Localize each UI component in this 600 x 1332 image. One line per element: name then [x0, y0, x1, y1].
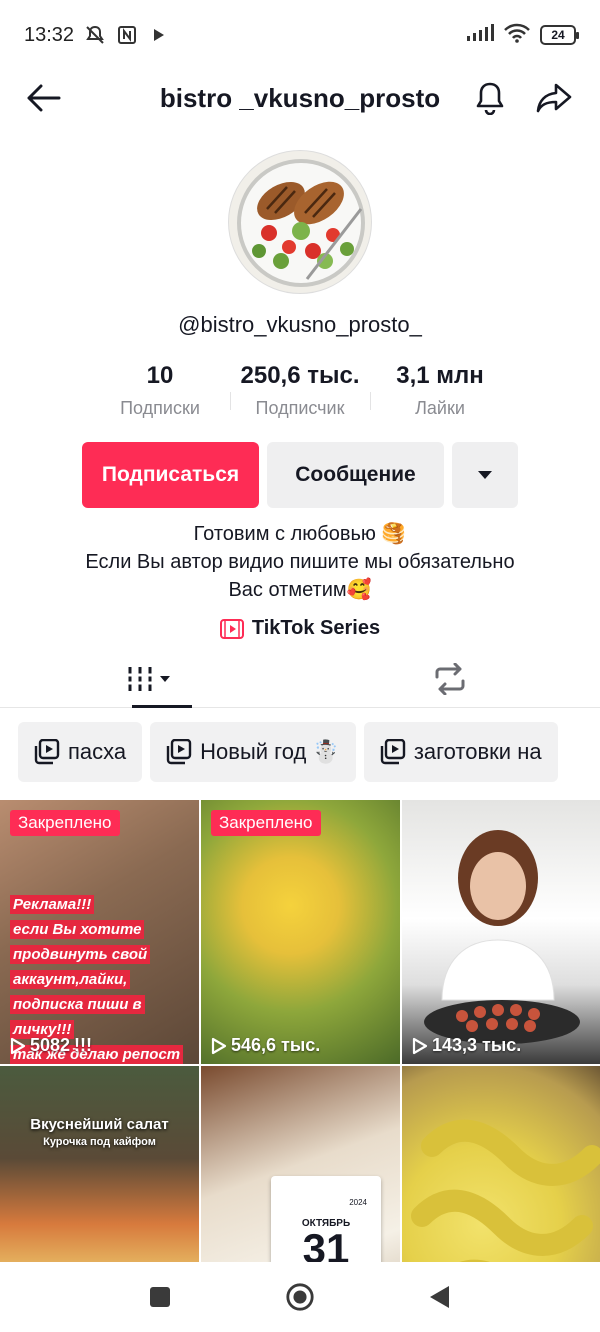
- status-time: 13:32: [24, 23, 75, 46]
- person-illustration: [424, 830, 580, 1044]
- overlay-line: Реклама!!!: [10, 895, 95, 914]
- profile-tabs: [0, 650, 600, 708]
- more-options-button[interactable]: [452, 442, 518, 508]
- nfc-icon: [116, 24, 138, 46]
- overlay-line: подписка пиши в личку!!!: [10, 995, 145, 1039]
- play-outline-icon: [10, 1037, 26, 1054]
- playlist-chip[interactable]: заготовки на: [363, 722, 558, 782]
- profile-bio: Готовим с любовью 🥞 Если Вы автор видио …: [0, 520, 600, 604]
- video-overlay-title: Вкуснейший салат: [30, 1116, 169, 1133]
- stat-following[interactable]: 10 Подписки: [90, 362, 230, 419]
- overlay-line: аккаунт,лайки,: [10, 970, 131, 989]
- back-nav-button[interactable]: [425, 1282, 455, 1312]
- play-store-icon: [148, 24, 170, 46]
- view-count-value: 546,6 тыс.: [231, 1035, 321, 1055]
- playlist-chips: пасха Новый год ☃️ заготовки на: [18, 722, 558, 782]
- tiktok-series-link[interactable]: TikTok Series: [0, 617, 600, 640]
- stat-following-value: 10: [146, 362, 174, 389]
- caret-down-icon: [478, 471, 492, 479]
- tab-reposts[interactable]: [300, 650, 600, 707]
- overlay-line: !!!: [74, 1035, 93, 1055]
- signal-icon: [466, 23, 494, 47]
- square-icon: [150, 1287, 170, 1307]
- bio-line: Готовим с любовью 🥞: [193, 523, 407, 545]
- film-icon: [219, 618, 244, 639]
- video-thumbnail[interactable]: Закреплено Реклама!!! если Вы хотите про…: [0, 800, 199, 1064]
- overlay-line: продвинуть свой: [10, 945, 151, 964]
- series-label: TikTok Series: [251, 617, 381, 639]
- view-count: 5082 !!!: [10, 1035, 92, 1056]
- circle-home-icon: [286, 1283, 314, 1311]
- share-button[interactable]: [534, 78, 574, 118]
- follow-button[interactable]: Подписаться: [82, 442, 259, 508]
- play-outline-icon: [412, 1037, 428, 1054]
- playlist-icon: [34, 739, 60, 765]
- mute-icon: [84, 24, 106, 46]
- video-thumbnail[interactable]: Закреплено 546,6 тыс.: [201, 800, 400, 1064]
- playlist-chip[interactable]: Новый год ☃️: [150, 722, 356, 782]
- home-button[interactable]: [285, 1282, 315, 1312]
- playlist-chip-label: заготовки на: [413, 739, 542, 764]
- profile-handle: @bistro_vkusno_prosto_: [178, 312, 422, 337]
- tab-videos[interactable]: [0, 650, 300, 708]
- stat-likes[interactable]: 3,1 млн Лайки: [370, 362, 510, 419]
- wifi-icon: [504, 23, 530, 48]
- stat-likes-value: 3,1 млн: [396, 362, 484, 389]
- pinned-badge: Закреплено: [10, 810, 120, 836]
- pinned-badge: Закреплено: [211, 810, 321, 836]
- profile-header: bistro _vkusno_prosto: [0, 70, 600, 126]
- avatar[interactable]: [228, 150, 372, 294]
- share-arrow-icon: [536, 83, 572, 113]
- battery-icon: 24: [540, 25, 579, 45]
- view-count: 143,3 тыс.: [412, 1035, 521, 1056]
- video-thumbnail[interactable]: 143,3 тыс.: [402, 800, 600, 1064]
- bio-line: Если Вы автор видио пишите мы обязательн…: [85, 551, 515, 573]
- page-title: bistro _vkusno_prosto: [159, 83, 441, 113]
- view-count-value: 143,3 тыс.: [432, 1035, 522, 1055]
- playlist-chip-label: Новый год ☃️: [200, 739, 340, 764]
- calendar-year: 2024: [349, 1198, 367, 1207]
- bio-line: Вас отметим🥰: [228, 579, 372, 601]
- stat-followers-value: 250,6 тыс.: [240, 362, 360, 389]
- triangle-back-icon: [430, 1286, 449, 1308]
- notifications-button[interactable]: [470, 78, 510, 118]
- recents-button[interactable]: [145, 1282, 175, 1312]
- play-outline-icon: [211, 1037, 227, 1054]
- stat-followers-label: Подписчик: [255, 398, 345, 418]
- grid-bars-icon: [128, 666, 170, 691]
- stat-likes-label: Лайки: [415, 398, 465, 418]
- playlist-icon: [166, 739, 192, 765]
- profile-stats: 10 Подписки 250,6 тыс. Подписчик 3,1 млн…: [0, 362, 600, 419]
- video-grid: Закреплено Реклама!!! если Вы хотите про…: [0, 800, 600, 1330]
- view-count: 546,6 тыс.: [211, 1035, 320, 1056]
- stat-following-label: Подписки: [120, 398, 200, 418]
- stat-followers[interactable]: 250,6 тыс. Подписчик: [230, 362, 370, 419]
- repost-icon: [435, 662, 465, 695]
- system-nav-bar: [0, 1262, 600, 1332]
- status-bar: 13:32 24: [0, 0, 600, 70]
- view-count-value: 5082: [30, 1035, 71, 1055]
- bell-icon: [476, 82, 504, 115]
- overlay-line: если Вы хотите: [10, 920, 145, 939]
- profile-actions: Подписаться Сообщение: [82, 442, 518, 508]
- playlist-chip-label: пасха: [68, 739, 127, 764]
- playlist-icon: [380, 739, 406, 765]
- video-overlay-subtitle: Курочка под кайфом: [43, 1136, 156, 1148]
- message-button[interactable]: Сообщение: [267, 442, 444, 508]
- playlist-chip[interactable]: пасха: [18, 722, 143, 782]
